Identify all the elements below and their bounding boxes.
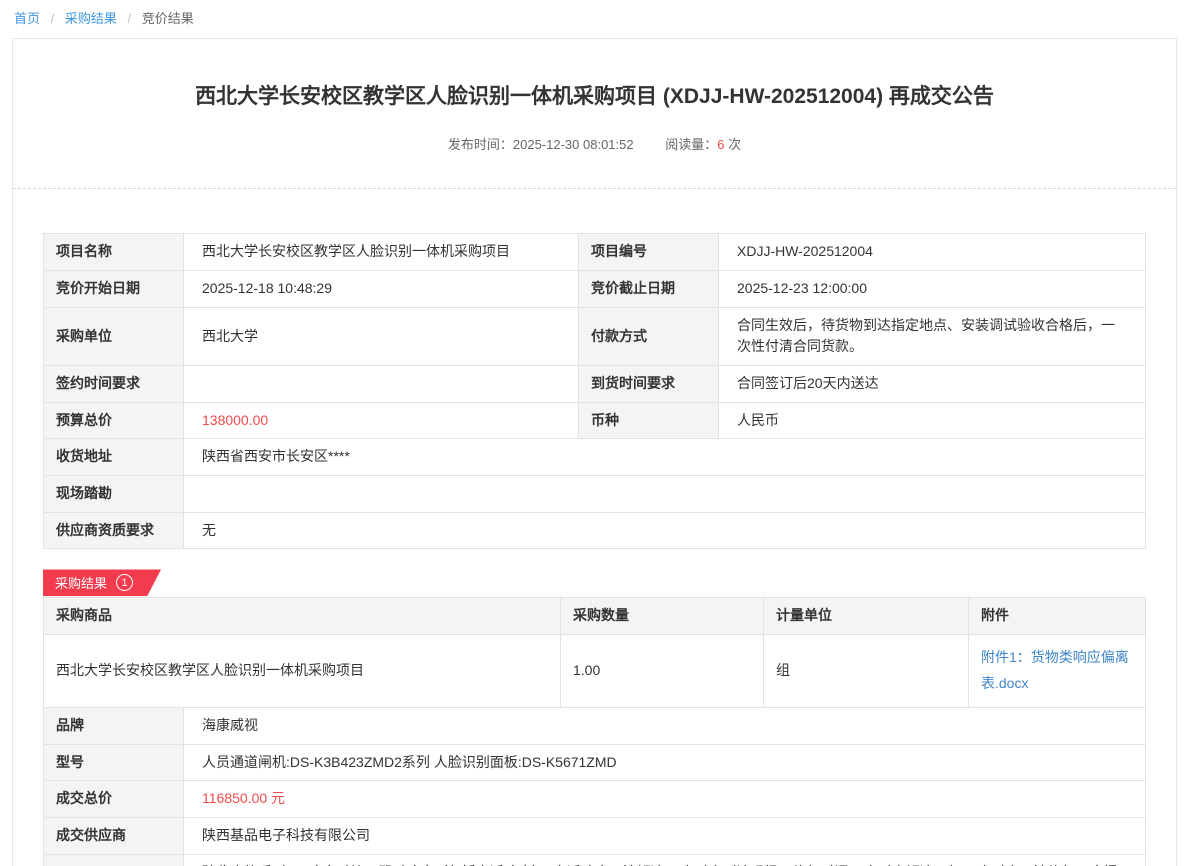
field-value-delivery-time: 合同签订后20天内送达 bbox=[719, 366, 1146, 403]
column-header-attachment: 附件 bbox=[969, 598, 1146, 635]
field-value-warranty: 验收合格后2年。响应时效：即时响应（包括电话响应）；电话响应无法解决24小时内到… bbox=[184, 854, 1146, 866]
table-row: 收货地址 陕西省西安市长安区**** bbox=[44, 439, 1146, 476]
table-row: 预算总价 138000.00 币种 人民币 bbox=[44, 402, 1146, 439]
page-title: 西北大学长安校区教学区人脸识别一体机采购项目 (XDJJ-HW-20251200… bbox=[53, 83, 1136, 110]
field-label-site-visit: 现场踏勘 bbox=[44, 476, 184, 513]
result-table: 采购商品 采购数量 计量单位 附件 西北大学长安校区教学区人脸识别一体机采购项目… bbox=[43, 597, 1146, 707]
breadcrumb-current: 竞价结果 bbox=[142, 11, 194, 26]
publish-time-label: 发布时间： bbox=[448, 137, 513, 152]
result-badge-label: 采购结果 bbox=[55, 573, 107, 592]
field-value-site-visit bbox=[184, 476, 1146, 513]
result-detail-table: 品牌 海康威视 型号 人员通道闸机:DS-K3B423ZMD2系列 人脸识别面板… bbox=[43, 707, 1146, 866]
field-label-deal-price: 成交总价 bbox=[44, 781, 184, 818]
result-badge-wrap: 采购结果 1 bbox=[43, 569, 1146, 596]
field-value-project-code: XDJJ-HW-202512004 bbox=[719, 234, 1146, 271]
breadcrumb-separator: / bbox=[51, 11, 55, 26]
field-label-delivery-time: 到货时间要求 bbox=[579, 366, 719, 403]
breadcrumb-separator: / bbox=[128, 11, 132, 26]
field-value-qualification: 无 bbox=[184, 512, 1146, 549]
field-label-purchaser: 采购单位 bbox=[44, 307, 184, 365]
announcement-card: 西北大学长安校区教学区人脸识别一体机采购项目 (XDJJ-HW-20251200… bbox=[12, 38, 1177, 866]
field-label-sign-time: 签约时间要求 bbox=[44, 366, 184, 403]
column-header-product: 采购商品 bbox=[44, 598, 561, 635]
result-badge-number: 1 bbox=[116, 574, 133, 591]
field-value-payment: 合同生效后，待货物到达指定地点、安装调试验收合格后，一次性付清合同货款。 bbox=[719, 307, 1146, 365]
field-value-model: 人员通道闸机:DS-K3B423ZMD2系列 人脸识别面板:DS-K5671ZM… bbox=[184, 744, 1146, 781]
views: 阅读量：6 次 bbox=[665, 137, 741, 152]
breadcrumb-parent-link[interactable]: 采购结果 bbox=[65, 11, 117, 26]
attachment-link[interactable]: 附件1：货物类响应偏离表.docx bbox=[981, 649, 1129, 691]
field-label-model: 型号 bbox=[44, 744, 184, 781]
field-label-payment: 付款方式 bbox=[579, 307, 719, 365]
table-row: 成交供应商 陕西基品电子科技有限公司 bbox=[44, 818, 1146, 855]
field-value-supplier: 陕西基品电子科技有限公司 bbox=[184, 818, 1146, 855]
result-badge: 采购结果 1 bbox=[43, 569, 161, 596]
field-value-purchaser: 西北大学 bbox=[184, 307, 579, 365]
field-label-bid-end: 竞价截止日期 bbox=[579, 270, 719, 307]
announcement-meta: 发布时间：2025-12-30 08:01:52 阅读量：6 次 bbox=[53, 134, 1136, 153]
publish-time: 发布时间：2025-12-30 08:01:52 bbox=[448, 137, 634, 152]
field-label-budget: 预算总价 bbox=[44, 402, 184, 439]
cell-quantity: 1.00 bbox=[561, 635, 764, 708]
table-row: 签约时间要求 到货时间要求 合同签订后20天内送达 bbox=[44, 366, 1146, 403]
cell-unit: 组 bbox=[764, 635, 969, 708]
table-row: 供应商资质要求 无 bbox=[44, 512, 1146, 549]
field-value-deal-price: 116850.00 元 bbox=[184, 781, 1146, 818]
table-row: 成交总价 116850.00 元 bbox=[44, 781, 1146, 818]
column-header-quantity: 采购数量 bbox=[561, 598, 764, 635]
views-count: 6 bbox=[717, 137, 724, 152]
field-label-project-name: 项目名称 bbox=[44, 234, 184, 271]
announcement-content: 项目名称 西北大学长安校区教学区人脸识别一体机采购项目 项目编号 XDJJ-HW… bbox=[13, 189, 1176, 866]
field-value-address: 陕西省西安市长安区**** bbox=[184, 439, 1146, 476]
field-value-bid-end: 2025-12-23 12:00:00 bbox=[719, 270, 1146, 307]
table-row: 竞价开始日期 2025-12-18 10:48:29 竞价截止日期 2025-1… bbox=[44, 270, 1146, 307]
table-row: 质保及售后服务 验收合格后2年。响应时效：即时响应（包括电话响应）；电话响应无法… bbox=[44, 854, 1146, 866]
field-value-bid-start: 2025-12-18 10:48:29 bbox=[184, 270, 579, 307]
announcement-header: 西北大学长安校区教学区人脸识别一体机采购项目 (XDJJ-HW-20251200… bbox=[13, 39, 1176, 189]
table-row: 型号 人员通道闸机:DS-K3B423ZMD2系列 人脸识别面板:DS-K567… bbox=[44, 744, 1146, 781]
table-row: 采购单位 西北大学 付款方式 合同生效后，待货物到达指定地点、安装调试验收合格后… bbox=[44, 307, 1146, 365]
table-row: 品牌 海康威视 bbox=[44, 707, 1146, 744]
field-label-address: 收货地址 bbox=[44, 439, 184, 476]
table-header-row: 采购商品 采购数量 计量单位 附件 bbox=[44, 598, 1146, 635]
publish-time-value: 2025-12-30 08:01:52 bbox=[513, 137, 634, 152]
field-value-project-name: 西北大学长安校区教学区人脸识别一体机采购项目 bbox=[184, 234, 579, 271]
views-unit: 次 bbox=[728, 137, 741, 152]
field-label-supplier: 成交供应商 bbox=[44, 818, 184, 855]
cell-product: 西北大学长安校区教学区人脸识别一体机采购项目 bbox=[44, 635, 561, 708]
field-label-project-code: 项目编号 bbox=[579, 234, 719, 271]
field-label-warranty: 质保及售后服务 bbox=[44, 854, 184, 866]
table-row: 项目名称 西北大学长安校区教学区人脸识别一体机采购项目 项目编号 XDJJ-HW… bbox=[44, 234, 1146, 271]
field-value-brand: 海康威视 bbox=[184, 707, 1146, 744]
breadcrumb-home-link[interactable]: 首页 bbox=[14, 11, 40, 26]
table-row: 西北大学长安校区教学区人脸识别一体机采购项目 1.00 组 附件1：货物类响应偏… bbox=[44, 635, 1146, 708]
field-label-bid-start: 竞价开始日期 bbox=[44, 270, 184, 307]
column-header-unit: 计量单位 bbox=[764, 598, 969, 635]
field-label-qualification: 供应商资质要求 bbox=[44, 512, 184, 549]
field-value-currency: 人民币 bbox=[719, 402, 1146, 439]
cell-attachment: 附件1：货物类响应偏离表.docx bbox=[969, 635, 1146, 708]
table-row: 现场踏勘 bbox=[44, 476, 1146, 513]
field-value-sign-time bbox=[184, 366, 579, 403]
field-label-brand: 品牌 bbox=[44, 707, 184, 744]
breadcrumb: 首页 / 采购结果 / 竞价结果 bbox=[0, 0, 1189, 27]
project-info-table: 项目名称 西北大学长安校区教学区人脸识别一体机采购项目 项目编号 XDJJ-HW… bbox=[43, 233, 1146, 549]
field-label-currency: 币种 bbox=[579, 402, 719, 439]
views-label: 阅读量： bbox=[665, 137, 717, 152]
field-value-budget: 138000.00 bbox=[184, 402, 579, 439]
